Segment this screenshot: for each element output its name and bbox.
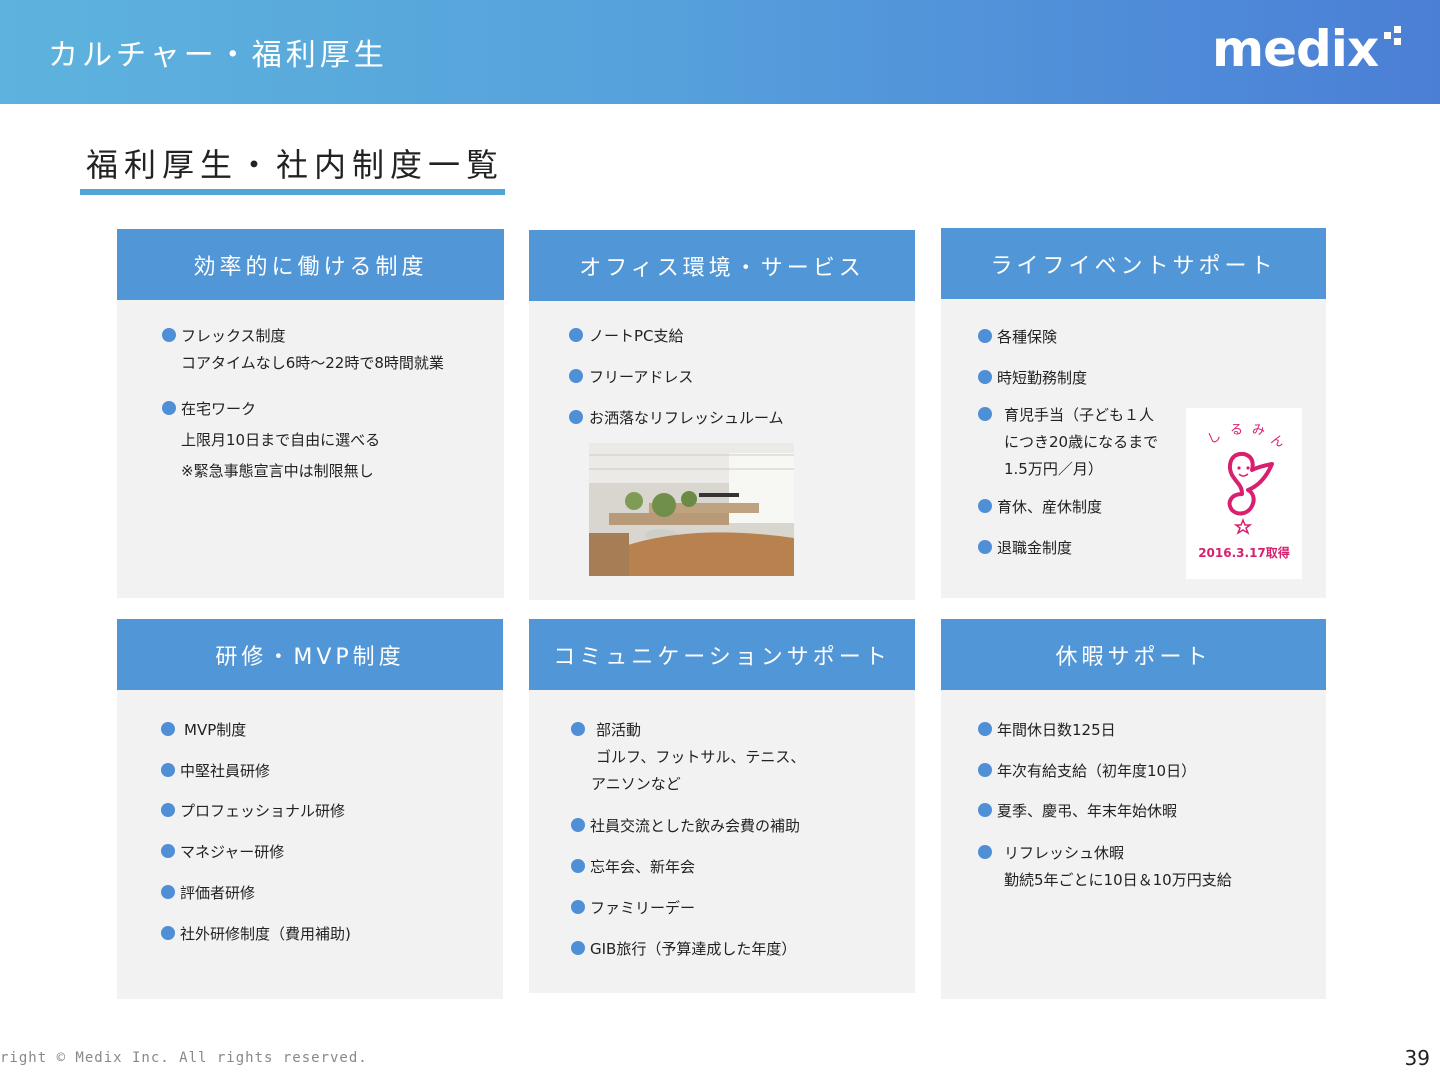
bullet-icon [978, 845, 992, 859]
list-item: プロフェッショナル研修 [180, 802, 346, 820]
refresh-room-illustration [589, 443, 794, 576]
list-item: 夏季、慶弔、年末年始休暇 [997, 802, 1178, 820]
refresh-room-photo [589, 443, 794, 576]
list-item: MVP制度 [184, 721, 247, 739]
bullet-icon [569, 328, 583, 342]
section-title: 福利厚生・社内制度一覧 [86, 146, 505, 184]
bullet-icon [162, 328, 176, 342]
svg-text:ん: ん [1268, 432, 1286, 451]
card-communication: コミュニケーションサポート [529, 619, 915, 993]
bullet-icon [978, 499, 992, 513]
bullet-icon [161, 803, 175, 817]
list-item: 社員交流とした飲み会費の補助 [590, 817, 801, 835]
bullet-icon [978, 803, 992, 817]
top-banner: カルチャー・福利厚生 medix [0, 0, 1440, 104]
svg-text:る: る [1230, 423, 1243, 438]
list-item: 評価者研修 [180, 884, 256, 902]
list-item-detail: につき20歳になるまで [1004, 433, 1159, 451]
list-item: 中堅社員研修 [180, 762, 271, 780]
bullet-icon [571, 941, 585, 955]
list-item: マネジャー研修 [180, 843, 285, 861]
bullet-icon [978, 722, 992, 736]
card-title: コミュニケーションサポート [529, 619, 915, 690]
list-item: フリーアドレス [589, 368, 694, 386]
list-item: 退職金制度 [997, 539, 1073, 557]
list-item: GIB旅行（予算達成した年度） [590, 940, 797, 958]
kurumin-mark-icon: し る み ん [1205, 423, 1286, 535]
bullet-icon [571, 900, 585, 914]
list-item-detail: コアタイムなし6時～22時で8時間就業 [181, 354, 444, 372]
card-title: 休暇サポート [941, 619, 1326, 690]
bullet-icon [571, 818, 585, 832]
list-item: ノートPC支給 [589, 327, 684, 345]
list-item: お洒落なリフレッシュルーム [589, 409, 784, 427]
logo-pixel [1384, 32, 1391, 39]
card-title: ライフイベントサポート [941, 228, 1326, 299]
bullet-icon [161, 885, 175, 899]
bullet-icon [978, 407, 992, 421]
list-item-detail: 勤続5年ごとに10日＆10万円支給 [1004, 871, 1232, 889]
badge-caption: 2016.3.17取得 [1198, 546, 1290, 560]
list-item-detail: アニソンなど [591, 775, 681, 793]
list-item-detail: ※緊急事態宣言中は制限無し [181, 462, 374, 480]
card-title: オフィス環境・サービス [529, 230, 915, 301]
card-efficient-work: 効率的に働ける制度 [117, 229, 504, 598]
page-title: カルチャー・福利厚生 [48, 38, 388, 73]
list-item: フレックス制度 [181, 327, 286, 345]
bullet-icon [978, 763, 992, 777]
page-number: 39 [1404, 1046, 1430, 1070]
list-item: 部活動 [596, 721, 642, 739]
list-item-detail: 上限月10日まで自由に選べる [181, 431, 381, 449]
list-item: 年間休日数125日 [997, 721, 1116, 739]
list-item: ファミリーデー [590, 899, 696, 917]
bullet-icon [161, 844, 175, 858]
bullet-icon [161, 763, 175, 777]
list-item-detail: 1.5万円／月） [1004, 460, 1103, 478]
bullet-icon [161, 722, 175, 736]
medix-logo: medix [1212, 20, 1404, 80]
card-title: 効率的に働ける制度 [117, 229, 504, 300]
list-item: 在宅ワーク [181, 400, 257, 418]
svg-text:み: み [1252, 423, 1265, 438]
bullet-icon [978, 370, 992, 384]
logo-pixel [1394, 26, 1401, 33]
bullet-icon [569, 410, 583, 424]
copyright-notice: right © Medix Inc. All rights reserved. [0, 1050, 368, 1066]
logo-text: medix [1212, 20, 1379, 78]
svg-text:し: し [1205, 429, 1223, 448]
bullet-icon [569, 369, 583, 383]
bullet-icon [161, 926, 175, 940]
list-item-detail: ゴルフ、フットサル、テニス、 [596, 748, 806, 766]
list-item: リフレッシュ休暇 [1004, 844, 1125, 862]
bullet-icon [571, 722, 585, 736]
logo-pixel [1394, 38, 1401, 45]
list-item: 年次有給支給（初年度10日） [997, 762, 1197, 780]
section-underline [80, 189, 505, 195]
list-item: 忘年会、新年会 [590, 858, 696, 876]
list-item: 育休、産休制度 [997, 498, 1103, 516]
list-item: 育児手当（子ども１人 [1004, 406, 1155, 424]
bullet-icon [571, 859, 585, 873]
list-item: 時短勤務制度 [997, 369, 1088, 387]
bullet-icon [978, 540, 992, 554]
list-item: 社外研修制度（費用補助) [180, 925, 351, 943]
bullet-icon [978, 329, 992, 343]
bullet-icon [162, 401, 176, 415]
card-title: 研修・MVP制度 [117, 619, 503, 690]
kurumin-badge: し る み ん 2016.3.17取得 [1186, 408, 1302, 579]
list-item: 各種保険 [997, 328, 1058, 346]
